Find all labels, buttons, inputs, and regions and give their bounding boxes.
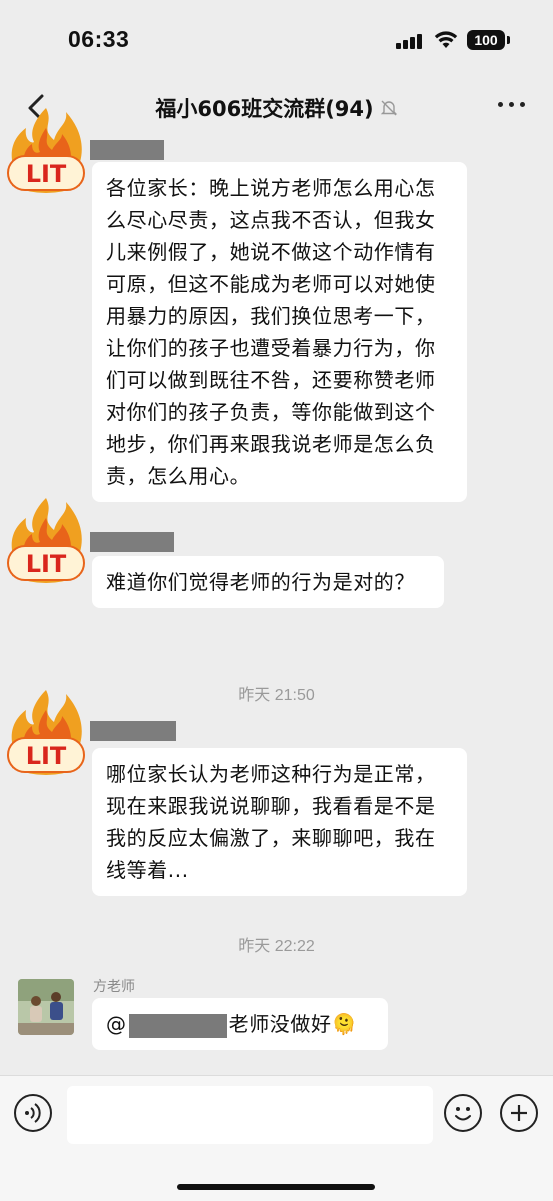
lit-avatar[interactable]: LIT xyxy=(4,686,88,782)
lit-avatar[interactable]: LIT xyxy=(4,494,88,590)
mention-at: @ xyxy=(106,1012,127,1036)
redacted-mention xyxy=(128,1013,227,1038)
sender-name-redacted xyxy=(90,721,176,741)
home-indicator xyxy=(177,1184,375,1190)
photo-avatar-icon xyxy=(18,979,74,1035)
message-bubble[interactable]: 哪位家长认为老师这种行为是正常，现在来跟我说说聊聊，我看看是不是我的反应太偏激了… xyxy=(92,748,467,896)
lit-text: LIT xyxy=(26,160,67,188)
status-bar: 06:33 100 xyxy=(0,0,553,80)
message-text: 哪位家长认为老师这种行为是正常，现在来跟我说说聊聊，我看看是不是我的反应太偏激了… xyxy=(106,762,436,882)
lit-avatar[interactable]: LIT xyxy=(4,104,88,200)
message-text: 难道你们觉得老师的行为是对的？ xyxy=(106,570,415,594)
message-bubble[interactable]: 难道你们觉得老师的行为是对的？ xyxy=(92,556,444,608)
timestamp: 昨天 22:22 xyxy=(238,938,315,955)
teacher-avatar[interactable] xyxy=(18,979,74,1035)
lit-text: LIT xyxy=(26,550,67,578)
wifi-icon xyxy=(434,31,458,48)
battery-tip xyxy=(507,36,510,44)
more-dots-icon[interactable] xyxy=(498,102,528,110)
melting-face-emoji: 🫠 xyxy=(331,1012,358,1036)
input-bar xyxy=(0,1075,553,1201)
battery-indicator: 100 xyxy=(467,30,505,50)
plus-icon[interactable] xyxy=(500,1094,538,1132)
lit-text: LIT xyxy=(26,742,67,770)
voice-icon[interactable] xyxy=(14,1094,52,1132)
sender-name: 方老师 xyxy=(93,979,135,995)
message-input[interactable] xyxy=(67,1086,433,1144)
message-bubble[interactable]: 各位家长：晚上说方老师怎么用心怎么尽心尽责，这点我不否认，但我女儿来例假了，她说… xyxy=(92,162,467,502)
cellular-signal-icon xyxy=(396,33,424,49)
message-text: 各位家长：晚上说方老师怎么用心怎么尽心尽责，这点我不否认，但我女儿来例假了，她说… xyxy=(106,176,436,488)
smile-icon[interactable] xyxy=(444,1094,482,1132)
status-time: 06:33 xyxy=(68,26,130,52)
message-bubble[interactable]: @ 老师没做好🫠 xyxy=(92,998,388,1050)
sender-name-redacted xyxy=(90,140,164,160)
chat-title[interactable]: 福小606班交流群(94) xyxy=(155,93,373,123)
sender-name-redacted xyxy=(90,532,174,552)
message-text: 老师没做好 xyxy=(228,1012,332,1036)
bell-off-icon xyxy=(380,100,397,116)
